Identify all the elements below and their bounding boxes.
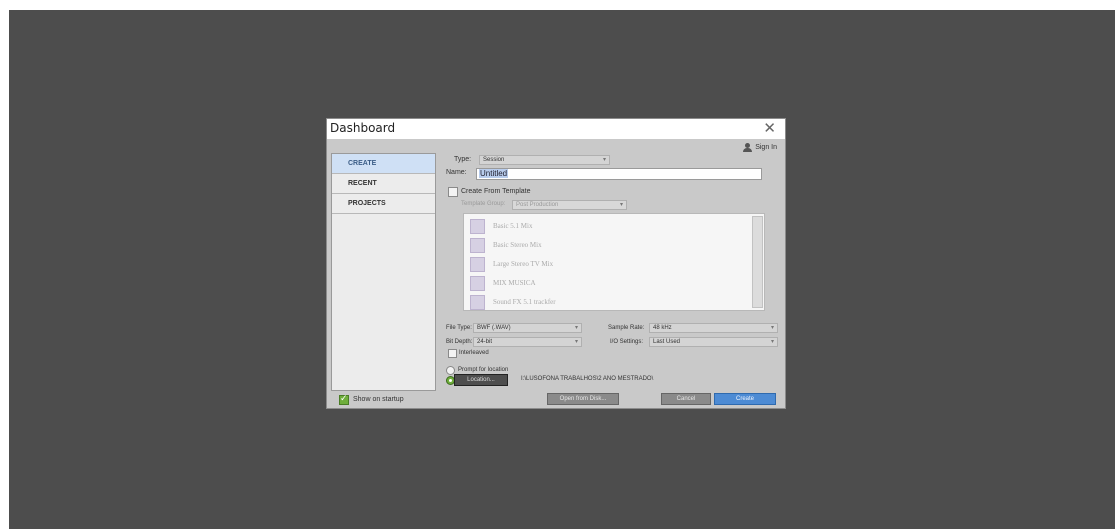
type-label: Type:: [454, 156, 472, 163]
sign-in-link[interactable]: Sign In: [743, 143, 777, 152]
template-group-value: Post Production: [516, 202, 559, 208]
session-template-icon: [470, 218, 485, 234]
sidebar-item-recent[interactable]: RECENT: [332, 174, 435, 194]
sidebar: CREATE RECENT PROJECTS: [331, 153, 436, 391]
template-name: Basic Stereo Mix: [493, 241, 542, 249]
list-item[interactable]: Basic 5.1 Mix: [470, 218, 532, 234]
template-name: Basic 5.1 Mix: [493, 222, 533, 230]
session-template-icon: [470, 256, 485, 272]
chevron-down-icon: ▾: [770, 339, 774, 345]
location-button[interactable]: Location...: [454, 374, 508, 386]
open-from-disk-button[interactable]: Open from Disk...: [547, 393, 619, 405]
title-bar: Dashboard ✕: [327, 119, 785, 139]
name-label: Name:: [446, 169, 467, 176]
user-icon: [743, 143, 753, 152]
create-panel: Type: Session ▾ Name: Untitled Create Fr…: [438, 153, 781, 389]
name-value: Untitled: [479, 169, 509, 178]
close-icon[interactable]: ✕: [763, 119, 776, 137]
bit-depth-label: Bit Depth:: [446, 339, 473, 345]
show-on-startup-checkbox[interactable]: [339, 393, 349, 405]
location-path: I:\LUSOFONA TRABALHOS\2 ANO MESTRADO\: [521, 376, 654, 382]
cancel-button[interactable]: Cancel: [661, 393, 711, 405]
file-type-select[interactable]: BWF (.WAV) ▾: [473, 323, 582, 333]
file-type-value: BWF (.WAV): [477, 325, 511, 331]
session-template-icon: [470, 237, 485, 253]
prompt-for-location-label: Prompt for location: [458, 367, 509, 373]
template-group-select[interactable]: Post Production ▾: [512, 200, 627, 210]
create-from-template-label: Create From Template: [461, 188, 531, 195]
dialog-title: Dashboard: [330, 121, 396, 135]
template-name: Large Stereo TV Mix: [493, 260, 554, 268]
create-button[interactable]: Create: [714, 393, 776, 405]
interleaved-checkbox[interactable]: [448, 349, 457, 358]
list-item[interactable]: Sound FX 5.1 trackfer: [470, 294, 556, 310]
sidebar-item-create[interactable]: CREATE: [332, 154, 435, 174]
bit-depth-value: 24-bit: [477, 339, 493, 345]
type-value: Session: [483, 157, 505, 163]
io-settings-label: I/O Settings:: [610, 339, 644, 345]
template-list-scrollbar[interactable]: [752, 216, 763, 308]
dashboard-dialog: Dashboard ✕ Sign In CREATE RECENT PROJEC…: [326, 118, 786, 409]
name-input[interactable]: Untitled: [476, 168, 762, 180]
sidebar-item-projects[interactable]: PROJECTS: [332, 194, 435, 214]
session-template-icon: [470, 294, 485, 310]
type-select[interactable]: Session ▾: [479, 155, 610, 165]
io-settings-value: Last Used: [653, 339, 681, 345]
sample-rate-label: Sample Rate:: [608, 325, 645, 331]
bit-depth-select[interactable]: 24-bit ▾: [473, 337, 582, 347]
sign-in-label: Sign In: [755, 144, 777, 151]
show-on-startup-label: Show on startup: [353, 396, 404, 403]
chevron-down-icon: ▾: [602, 157, 606, 163]
file-type-label: File Type:: [446, 325, 472, 331]
list-item[interactable]: Basic Stereo Mix: [470, 237, 542, 253]
create-from-template-checkbox[interactable]: [448, 187, 458, 197]
template-list: Basic 5.1 Mix Basic Stereo Mix Large Ste…: [463, 213, 765, 311]
session-template-icon: [470, 275, 485, 291]
sample-rate-select[interactable]: 48 kHz ▾: [649, 323, 778, 333]
sample-rate-value: 48 kHz: [653, 325, 672, 331]
template-group-label: Template Group:: [461, 201, 506, 207]
chevron-down-icon: ▾: [574, 339, 578, 345]
chevron-down-icon: ▾: [574, 325, 578, 331]
chevron-down-icon: ▾: [619, 202, 623, 208]
list-item[interactable]: MIX MUSICA: [470, 275, 536, 291]
template-name: Sound FX 5.1 trackfer: [493, 298, 556, 306]
io-settings-select[interactable]: Last Used ▾: [649, 337, 778, 347]
template-name: MIX MUSICA: [493, 279, 536, 287]
chevron-down-icon: ▾: [770, 325, 774, 331]
interleaved-label: Interleaved: [459, 350, 489, 356]
list-item[interactable]: Large Stereo TV Mix: [470, 256, 553, 272]
